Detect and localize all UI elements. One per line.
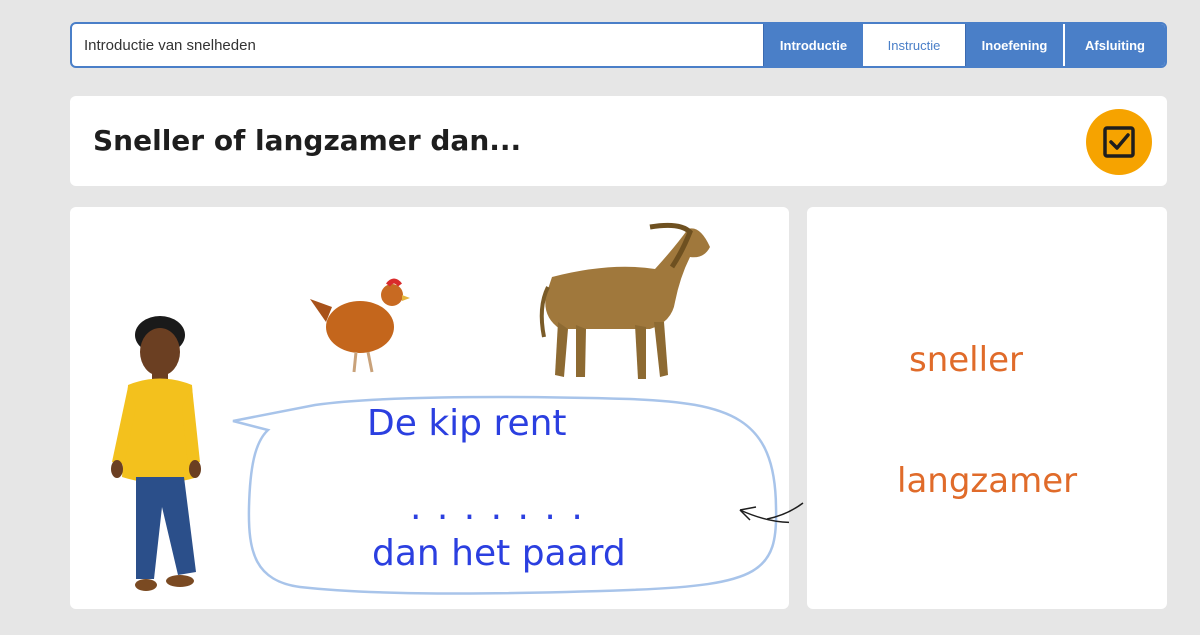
question-header: Sneller of langzamer dan...: [70, 96, 1167, 186]
answer-option-sneller[interactable]: sneller: [909, 340, 1023, 380]
check-answer-button[interactable]: [1086, 109, 1152, 175]
bubble-line-1: De kip rent: [367, 403, 567, 444]
lesson-title: Introductie van snelheden: [84, 36, 256, 54]
bubble-line-2: dan het paard: [372, 533, 626, 574]
bubble-blank-dots[interactable]: . . . . . . .: [410, 487, 585, 528]
answer-option-langzamer[interactable]: langzamer: [897, 461, 1077, 501]
answer-panel: sneller langzamer: [767, 207, 1167, 609]
tab-introductie[interactable]: Introductie: [763, 24, 863, 66]
question-title: Sneller of langzamer dan...: [93, 124, 522, 157]
chicken-image: [310, 278, 410, 373]
scene-panel: De kip rent . . . . . . . dan het paard: [70, 207, 789, 609]
boy-figure: [111, 316, 201, 591]
arrow-extension: [767, 502, 804, 520]
horse-image: [539, 222, 710, 379]
tab-afsluiting[interactable]: Afsluiting: [1063, 24, 1165, 66]
tab-bar: Introductie Instructie Inoefening Afslui…: [763, 24, 1165, 66]
tab-instructie[interactable]: Instructie: [863, 24, 965, 66]
checkbox-icon: [1103, 126, 1135, 158]
tab-inoefening[interactable]: Inoefening: [965, 24, 1063, 66]
lesson-nav-bar: Introductie van snelheden Introductie In…: [70, 22, 1167, 68]
